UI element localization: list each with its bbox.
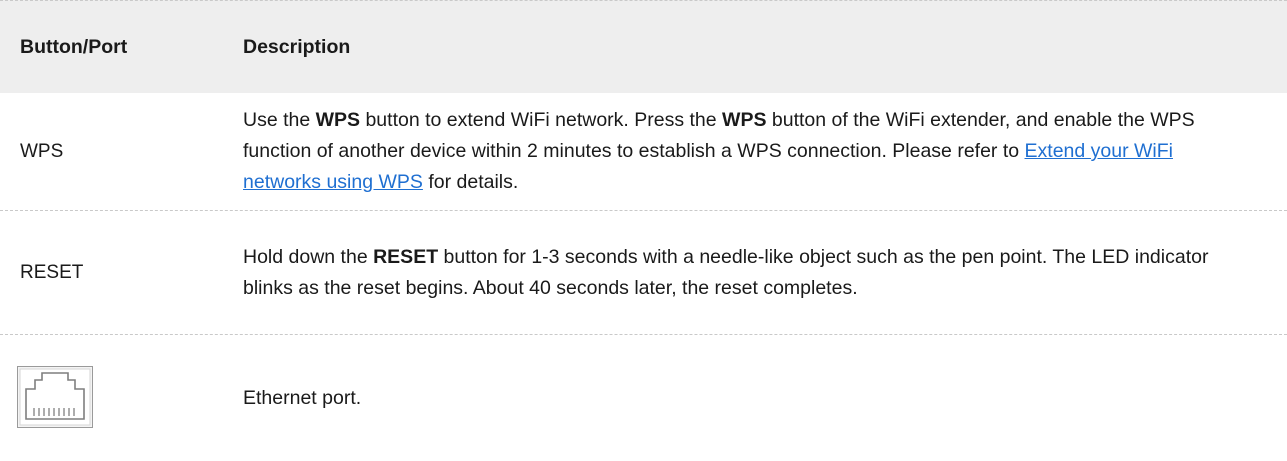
wps-description: Use the WPS button to extend WiFi networ…	[243, 105, 1253, 198]
button-port-table: Button/Port Description WPS Use the WPS …	[0, 0, 1287, 461]
header-description: Description	[243, 35, 351, 58]
reset-desc-bold-1: RESET	[373, 245, 439, 268]
table-row-ethernet: Ethernet port.	[0, 335, 1287, 461]
wps-desc-bold-1: WPS	[315, 109, 361, 131]
wps-desc-text-1: Use the	[243, 109, 316, 131]
ethernet-description: Ethernet port.	[243, 386, 362, 409]
table-row-wps: WPS Use the WPS button to extend WiFi ne…	[0, 93, 1287, 211]
wps-label: WPS	[20, 140, 64, 162]
reset-label: RESET	[20, 261, 84, 283]
table-header-row: Button/Port Description	[0, 0, 1287, 93]
header-button-port: Button/Port	[20, 35, 128, 58]
wps-desc-text-2: button to extend WiFi network. Press the	[360, 109, 723, 131]
table-row-reset: RESET Hold down the RESET button for 1-3…	[0, 211, 1287, 335]
reset-desc-text-1: Hold down the	[243, 245, 374, 268]
wps-desc-bold-2: WPS	[722, 109, 767, 131]
reset-description: Hold down the RESET button for 1-3 secon…	[243, 242, 1253, 304]
wps-desc-text-4: for details.	[422, 171, 519, 193]
ethernet-port-icon	[17, 366, 93, 428]
